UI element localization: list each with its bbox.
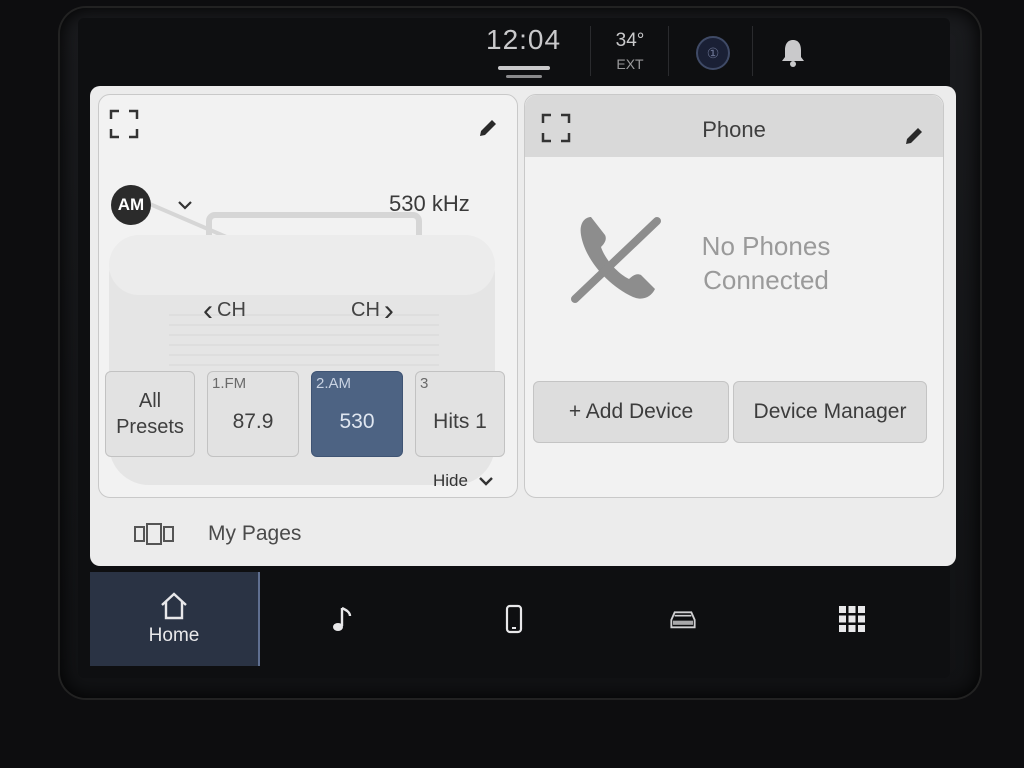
nav-apps-button[interactable] [767, 572, 936, 666]
compass-icon[interactable]: ① [696, 36, 730, 70]
phone-card-title: Phone [702, 117, 766, 142]
preset-value: Hits 1 [433, 410, 487, 433]
home-icon [161, 592, 187, 620]
vehicle-icon [669, 611, 696, 629]
bell-icon[interactable] [780, 38, 806, 68]
channel-prev-label: CH [217, 299, 246, 321]
channel-next-button[interactable]: CH › [351, 293, 394, 327]
hide-button[interactable]: Hide [433, 471, 494, 491]
clock[interactable]: 12:04 [486, 24, 561, 56]
status-divider [752, 26, 753, 76]
my-pages-label: My Pages [208, 522, 302, 545]
device-manager-button[interactable]: Device Manager [733, 381, 927, 443]
phone-card[interactable]: Phone No Phones Connected + Add Device D… [524, 94, 944, 498]
nav-home-button[interactable]: Home [90, 572, 260, 666]
phone-disconnected-icon [571, 217, 661, 303]
preset-number: 1.FM [212, 375, 247, 392]
preset-value: 530 [339, 410, 375, 433]
chevron-left-icon: ‹ [203, 293, 213, 327]
status-divider [668, 26, 669, 76]
nav-media-button[interactable] [260, 572, 429, 666]
nav-phone-button[interactable] [429, 572, 598, 666]
outside-temperature: 34° [615, 30, 645, 51]
preset-number: 3 [420, 375, 429, 392]
preset-button-active[interactable]: 2.AM 530 [311, 371, 403, 457]
hide-label: Hide [433, 471, 468, 490]
no-phones-message: No Phones Connected [695, 229, 837, 297]
edit-pencil-icon[interactable] [477, 117, 499, 139]
chevron-down-icon[interactable] [177, 199, 193, 211]
bottom-nav: Home [90, 572, 936, 666]
preset-button[interactable]: 3 Hits 1 [415, 371, 505, 457]
channel-next-label: CH [351, 299, 380, 321]
nav-vehicle-button[interactable] [598, 572, 767, 666]
chevron-right-icon: › [383, 293, 394, 327]
no-phones-line2: Connected [703, 265, 829, 295]
all-presets-button[interactable]: All Presets [105, 371, 195, 457]
nav-home-label: Home [148, 625, 200, 646]
chevron-down-icon [479, 477, 493, 486]
station-frequency: 530 kHz [389, 191, 470, 216]
drag-handle-secondary [506, 75, 542, 78]
status-divider [590, 26, 591, 76]
preset-number: 2.AM [316, 375, 352, 392]
pages-icon [134, 523, 174, 545]
temperature-ext-label: EXT [616, 56, 644, 72]
drag-handle[interactable] [498, 66, 550, 70]
app-grid-icon [838, 606, 865, 632]
radio-card[interactable]: AM 530 kHz ‹ CH CH › All Presets 1.FM 87… [98, 94, 518, 498]
channel-prev-button[interactable]: ‹ CH [203, 293, 246, 327]
smartphone-icon [505, 604, 522, 634]
content-panel: AM 530 kHz ‹ CH CH › All Presets 1.FM 87… [90, 86, 956, 566]
my-pages-row[interactable]: My Pages [134, 522, 301, 546]
preset-value: 87.9 [232, 410, 274, 433]
band-badge[interactable]: AM [111, 185, 151, 225]
no-phones-line1: No Phones [701, 231, 831, 261]
preset-button[interactable]: 1.FM 87.9 [207, 371, 299, 457]
expand-icon[interactable] [109, 109, 139, 139]
music-note-icon [332, 606, 351, 631]
add-device-button[interactable]: + Add Device [533, 381, 729, 443]
edit-pencil-icon[interactable] [903, 125, 925, 147]
